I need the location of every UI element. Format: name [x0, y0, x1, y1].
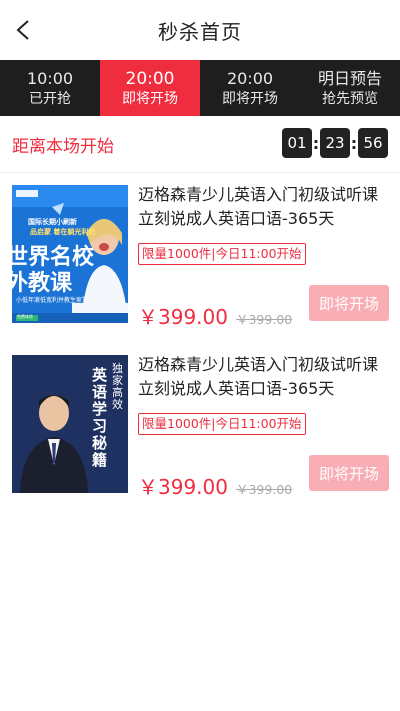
back-button[interactable] — [8, 14, 40, 46]
page-title: 秒杀首页 — [158, 19, 242, 44]
nav-bar: 秒杀首页 — [0, 0, 400, 60]
tab-session-2000-active[interactable]: 20:00 即将开场 — [100, 60, 200, 122]
coming-soon-button[interactable]: 即将开场 — [309, 455, 389, 491]
tab-tomorrow-preview[interactable]: 明日预告 抢先预览 — [300, 60, 400, 116]
countdown-bar: 距离本场开始 01 : 23 : 56 — [0, 116, 400, 173]
tab-time: 明日预告 — [317, 68, 382, 88]
poster-main-text: 英语学习秘籍 — [92, 366, 108, 469]
original-price: ￥399.00 — [235, 482, 293, 497]
poster-headline-2: 外教课 — [12, 271, 73, 296]
sale-price: ￥399.00 — [138, 475, 228, 499]
chevron-left-icon — [16, 20, 29, 40]
poster-banner-line-1: 国际长期小刷新 — [28, 218, 77, 226]
product-title[interactable]: 迈格森青少儿英语入门初级试听课立刻说成人英语口语-365天 — [138, 183, 390, 231]
tab-status: 抢先预览 — [322, 90, 378, 107]
tab-status: 即将开场 — [222, 90, 278, 107]
countdown-seconds: 56 — [358, 128, 388, 158]
poster-side-text: 独家高效 — [112, 362, 123, 411]
countdown-minutes: 23 — [320, 128, 350, 158]
countdown-label: 距离本场开始 — [12, 136, 114, 157]
tab-time: 10:00 — [26, 68, 74, 88]
tab-status: 已开抢 — [29, 90, 71, 107]
sale-price: ￥399.00 — [138, 305, 228, 329]
product-card[interactable]: 国际长期小刷新 品启蒙 着在躺光利奶 世界名校 外教课 小低年滚低宽利并教生家置… — [0, 173, 400, 343]
tab-time: 20:00 — [125, 68, 175, 89]
poster-badge: 免费体验 — [17, 314, 33, 319]
tab-time: 20:00 — [226, 68, 274, 88]
product-title[interactable]: 迈格森青少儿英语入门初级试听课立刻说成人英语口语-365天 — [138, 353, 390, 401]
countdown-separator: : — [312, 133, 320, 153]
product-list: 国际长期小刷新 品启蒙 着在躺光利奶 世界名校 外教课 小低年滚低宽利并教生家置… — [0, 173, 400, 513]
poster-footer-text: 小低年滚低宽利并教生家置 — [16, 297, 89, 304]
product-image[interactable]: 国际长期小刷新 品启蒙 着在躺光利奶 世界名校 外教课 小低年滚低宽利并教生家置… — [12, 185, 128, 323]
tab-status: 即将开场 — [122, 90, 178, 107]
countdown-hours: 01 — [282, 128, 312, 158]
countdown-timer: 01 : 23 : 56 — [282, 128, 388, 158]
limit-badge: 限量1000件|今日11:00开始 — [138, 413, 306, 435]
price-row: ￥399.00 ￥399.00 — [138, 301, 292, 330]
course-poster-image — [12, 355, 128, 493]
poster-banner-line-2: 品启蒙 着在躺光利奶 — [30, 228, 96, 236]
tab-session-1000[interactable]: 10:00 已开抢 — [0, 60, 100, 116]
original-price: ￥399.00 — [235, 312, 293, 327]
price-row: ￥399.00 ￥399.00 — [138, 471, 292, 500]
session-tabs: 10:00 已开抢 20:00 即将开场 20:00 即将开场 明日预告 抢先预… — [0, 60, 400, 122]
product-image[interactable]: 独家高效 英语学习秘籍 — [12, 355, 128, 493]
coming-soon-button[interactable]: 即将开场 — [309, 285, 389, 321]
tab-session-2000[interactable]: 20:00 即将开场 — [200, 60, 300, 116]
limit-badge: 限量1000件|今日11:00开始 — [138, 243, 306, 265]
product-card[interactable]: 独家高效 英语学习秘籍 迈格森青少儿英语入门初级试听课立刻说成人英语口语-365… — [0, 343, 400, 513]
countdown-separator: : — [350, 133, 358, 153]
